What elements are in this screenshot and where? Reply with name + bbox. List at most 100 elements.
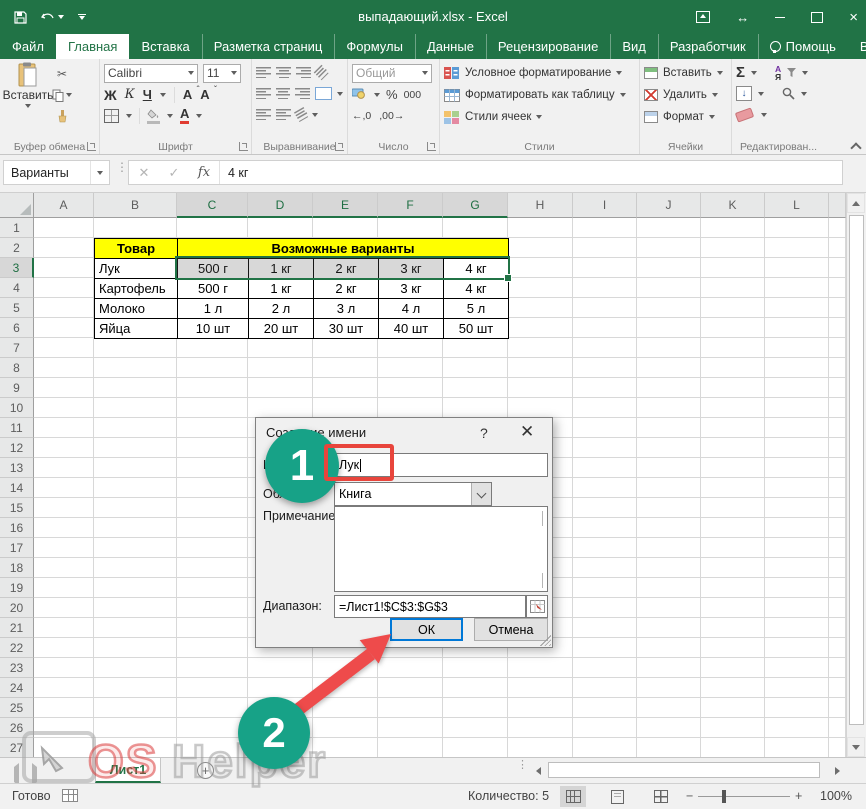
cell[interactable] [637,298,701,318]
cell[interactable] [701,218,765,238]
number-format-combobox[interactable]: Общий [352,64,432,83]
tab-page-layout[interactable]: Разметка страниц [202,34,335,59]
tab-file[interactable]: Файл [0,34,56,59]
row-header-11[interactable]: 11 [0,418,34,438]
underline-caret[interactable] [160,93,166,97]
cell[interactable] [94,598,177,618]
row-header-3[interactable]: 3 [0,258,34,278]
insert-cells-button[interactable]: Вставить [644,62,727,84]
select-all-button[interactable] [0,193,34,218]
cell[interactable] [508,398,573,418]
dialog-help-icon[interactable]: ? [480,425,488,441]
cell[interactable] [378,358,443,378]
zoom-slider-thumb[interactable] [722,790,726,803]
vertical-scroll-thumb[interactable] [849,215,864,725]
cell[interactable] [829,578,846,598]
row-header-24[interactable]: 24 [0,678,34,698]
cell[interactable] [177,478,248,498]
cell[interactable] [94,378,177,398]
range-selector-button[interactable] [526,595,548,618]
cell[interactable] [94,438,177,458]
cell[interactable] [508,698,573,718]
product-cell[interactable]: Лук [95,259,178,279]
cell[interactable] [34,378,94,398]
cell-styles-button[interactable]: Стили ячеек [444,106,635,128]
cell[interactable] [765,278,829,298]
cell[interactable] [701,558,765,578]
font-color-caret[interactable] [196,114,202,118]
cell[interactable] [765,218,829,238]
undo-icon[interactable] [41,12,64,23]
paste-dropdown-caret[interactable] [25,104,31,108]
cell[interactable] [177,698,248,718]
cell[interactable] [829,558,846,578]
cell[interactable] [177,598,248,618]
cell[interactable] [177,338,248,358]
cell[interactable] [177,398,248,418]
cell[interactable] [94,458,177,478]
cell[interactable] [573,238,637,258]
cell[interactable] [701,538,765,558]
cell[interactable] [701,338,765,358]
cell[interactable] [637,498,701,518]
cell[interactable] [637,598,701,618]
clear-button-eraser-icon[interactable] [735,107,754,122]
zoom-in-icon[interactable]: + [795,789,802,803]
cell[interactable] [829,518,846,538]
cell[interactable] [765,358,829,378]
scroll-down-chevron-icon[interactable] [542,573,543,587]
option-cell[interactable]: 1 кг [249,259,314,279]
cell[interactable] [573,518,637,538]
cell[interactable] [94,518,177,538]
cell[interactable] [829,678,846,698]
cell[interactable] [829,738,846,757]
option-cell[interactable]: 1 л [178,299,249,319]
save-icon[interactable] [14,11,27,24]
vertical-scrollbar[interactable] [846,193,866,757]
cell[interactable] [573,218,637,238]
cell[interactable] [34,418,94,438]
cell[interactable] [637,458,701,478]
cell[interactable] [34,438,94,458]
cell[interactable] [177,218,248,238]
increase-decimal-icon[interactable]: ←,0 [352,110,371,122]
cell[interactable] [94,498,177,518]
cell[interactable] [94,538,177,558]
cell[interactable] [637,318,701,338]
cell[interactable] [508,718,573,738]
tab-data[interactable]: Данные [415,34,486,59]
column-header-J[interactable]: J [637,193,701,218]
column-header-I[interactable]: I [573,193,637,218]
align-center-icon[interactable] [276,88,291,99]
row-header-7[interactable]: 7 [0,338,34,358]
row-header-13[interactable]: 13 [0,458,34,478]
cell[interactable] [701,718,765,738]
tab-developer[interactable]: Разработчик [658,34,758,59]
cell[interactable] [443,338,508,358]
option-cell[interactable]: 2 кг [314,259,379,279]
cell[interactable] [508,338,573,358]
cell[interactable] [34,238,94,258]
format-as-table-button[interactable]: Форматировать как таблицу [444,84,635,106]
cell[interactable] [701,438,765,458]
cell[interactable] [765,458,829,478]
cell[interactable] [637,658,701,678]
wrap-text-icon[interactable] [294,107,309,122]
cell[interactable] [829,298,846,318]
cell[interactable] [443,718,508,738]
column-header-E[interactable]: E [313,193,378,218]
option-cell[interactable]: 30 шт [314,319,379,339]
cell[interactable] [313,738,378,757]
cell[interactable] [765,578,829,598]
option-cell[interactable]: 3 кг [379,259,444,279]
cell[interactable] [34,638,94,658]
cell[interactable] [701,418,765,438]
cell[interactable] [765,618,829,638]
format-painter-button[interactable] [52,107,72,125]
cell[interactable] [34,738,94,757]
tabbar-splitter[interactable]: ⋮ [517,763,528,768]
option-cell[interactable]: 3 кг [379,279,444,299]
cell[interactable] [508,238,573,258]
cell[interactable] [701,518,765,538]
cell[interactable] [573,618,637,638]
